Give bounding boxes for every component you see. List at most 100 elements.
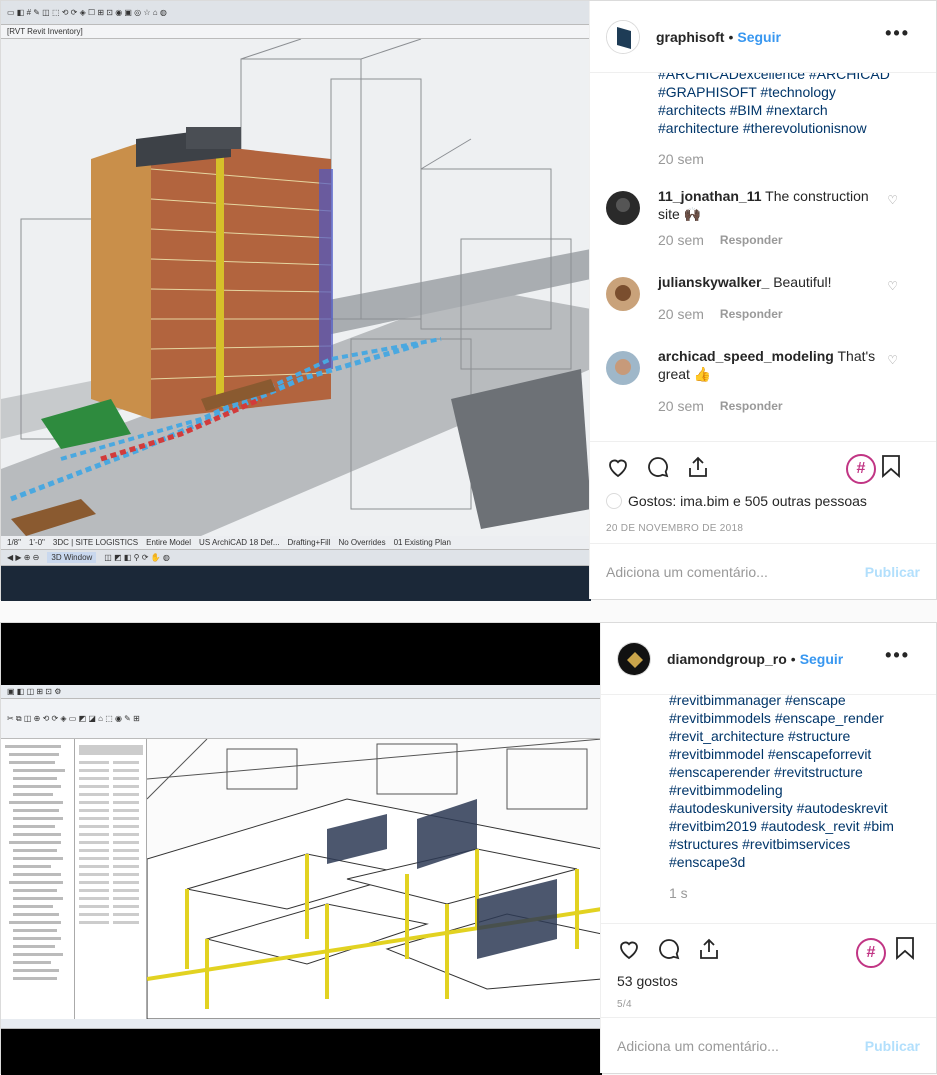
comments-area[interactable]: #ARCHICADexcellence #ARCHICAD #GRAPHISOF… [590, 73, 936, 441]
post-graphisoft: ▭ ◧ # ✎ ◫ ⬚ ⟲ ⟳ ◈ ☐ ⊞ ⊡ ◉ ▣ ◎ ☆ ⌂ ◍ [RVT… [0, 0, 937, 601]
comment: julianskywalker_ Beautiful! ♡ 20 sem Res… [590, 273, 936, 323]
tab-revit-inventory[interactable]: [RVT Revit Inventory] [7, 27, 83, 36]
status-model[interactable]: Entire Model [146, 538, 191, 547]
caption-time: 20 sem [658, 151, 704, 167]
post-actions: # [590, 441, 936, 491]
caption-time: 1 s [669, 885, 688, 901]
more-options-icon[interactable]: ••• [885, 645, 910, 666]
publish-button[interactable]: Publicar [865, 564, 920, 580]
comment: archicad_speed_modeling That's great 👍 ♡… [590, 347, 936, 415]
caption: #ARCHICADexcellence #ARCHICAD #GRAPHISOF… [590, 73, 936, 167]
reply-button[interactable]: Responder [720, 231, 783, 249]
avatar[interactable] [617, 641, 651, 676]
post-panel: diamondgroup_ro • Seguir ••• #revitbimma… [600, 623, 936, 1073]
comment-time: 20 sem [658, 232, 704, 248]
comment: 11_jonathan_11 The construction site 🙌🏿 … [590, 187, 936, 249]
project-browser-tree [5, 745, 65, 980]
likes-count[interactable]: 53 gostos [617, 973, 678, 989]
user-photo-icon [606, 351, 640, 385]
like-heart-icon[interactable] [606, 455, 630, 479]
avatar[interactable] [606, 191, 640, 225]
revit-menu-icons: ▣ ◧ ◫ ⊞ ⊡ ⚙ [7, 687, 62, 696]
post-date: 20 DE NOVEMBRO DE 2018 [606, 523, 744, 534]
reply-button[interactable]: Responder [720, 305, 783, 323]
post-header: diamondgroup_ro • Seguir ••• [601, 623, 936, 695]
video-letterbox-top [1, 623, 602, 685]
comment-input[interactable] [617, 1037, 865, 1054]
separator-dot: • [728, 28, 734, 45]
hashtag-badge-icon[interactable]: # [846, 454, 876, 484]
caption-hashtags[interactable]: #revitbimmanager #enscape #revitbimmodel… [601, 695, 936, 871]
user-photo-icon [606, 277, 640, 311]
comment-text: Beautiful! [773, 274, 832, 290]
post-diamondgroup: ▣ ◧ ◫ ⊞ ⊡ ⚙ ✂ ⧉ ◫ ⊕ ⟲ ⟳ ◈ ▭ ◩ ◪ ⌂ ⬚ ◉ ✎ … [0, 622, 937, 1075]
comments-area[interactable]: #revitbimmanager #enscape #revitbimmodel… [601, 695, 936, 913]
avatar[interactable] [606, 19, 640, 54]
window-3d-label[interactable]: 3D Window [47, 552, 97, 563]
like-heart-icon[interactable]: ♡ [887, 351, 898, 369]
liker-avatar [606, 493, 622, 509]
status-scale-2[interactable]: 1'-0" [29, 538, 45, 547]
window-icons: ◀ ▶ ⊕ ⊖ [7, 553, 40, 562]
video-letterbox-bottom [1, 1029, 602, 1075]
comment-bubble-icon[interactable] [646, 455, 670, 479]
status-override[interactable]: No Overrides [338, 538, 385, 547]
status-pen[interactable]: US ArchiCAD 18 Def... [199, 538, 279, 547]
window-tools: ◫ ◩ ◧ ⚲ ⟳ ✋ ◍ [104, 553, 170, 562]
toolbar-icons: ▭ ◧ # ✎ ◫ ⬚ ⟲ ⟳ ◈ ☐ ⊞ ⊡ ◉ ▣ ◎ ☆ ⌂ ◍ [7, 8, 167, 17]
comment-input[interactable] [606, 563, 865, 580]
hashtag-badge-icon[interactable]: # [856, 938, 886, 968]
status-plan[interactable]: 01 Existing Plan [394, 538, 451, 547]
archicad-toolbar: ▭ ◧ # ✎ ◫ ⬚ ⟲ ⟳ ◈ ☐ ⊞ ⊡ ◉ ▣ ◎ ☆ ⌂ ◍ [1, 1, 591, 25]
username[interactable]: diamondgroup_ro [667, 651, 787, 667]
comment-meta: 20 sem Responder [658, 231, 888, 249]
avatar[interactable] [606, 277, 640, 311]
post-image-revit[interactable]: ▣ ◧ ◫ ⊞ ⊡ ⚙ ✂ ⧉ ◫ ⊕ ⟲ ⟳ ◈ ▭ ◩ ◪ ⌂ ⬚ ◉ ✎ … [1, 623, 602, 1075]
taskbar [1, 566, 591, 601]
likes-count[interactable]: Gostos: ima.bim e 505 outras pessoas [606, 493, 867, 509]
comment-user[interactable]: julianskywalker_ [658, 274, 769, 290]
project-browser[interactable] [1, 739, 75, 1019]
post-image-archicad[interactable]: ▭ ◧ # ✎ ◫ ⬚ ⟲ ⟳ ◈ ☐ ⊞ ⊡ ◉ ▣ ◎ ☆ ⌂ ◍ [RVT… [1, 1, 591, 601]
like-heart-icon[interactable]: ♡ [887, 277, 898, 295]
comment-meta: 20 sem Responder [658, 397, 888, 415]
separator-dot: • [790, 650, 796, 667]
diamondgroup-logo-icon [618, 642, 650, 675]
comment-time: 20 sem [658, 306, 704, 322]
avatar[interactable] [606, 351, 640, 385]
status-view[interactable]: 3DC | SITE LOGISTICS [53, 538, 138, 547]
archicad-tab-bar: [RVT Revit Inventory] [1, 25, 591, 39]
reply-button[interactable]: Responder [720, 397, 783, 415]
share-icon[interactable] [697, 937, 721, 961]
archicad-window-bar: ◀ ▶ ⊕ ⊖ 3D Window ◫ ◩ ◧ ⚲ ⟳ ✋ ◍ [1, 550, 591, 566]
archicad-status-bar: 1/8" 1'-0" 3DC | SITE LOGISTICS Entire M… [1, 536, 591, 550]
post-panel: graphisoft • Seguir ••• #ARCHICADexcelle… [589, 1, 936, 599]
publish-button[interactable]: Publicar [865, 1038, 920, 1054]
more-options-icon[interactable]: ••• [885, 23, 910, 44]
properties-table [79, 745, 143, 924]
share-icon[interactable] [686, 455, 710, 479]
revit-3d-model-view [147, 739, 602, 1019]
like-heart-icon[interactable] [617, 937, 641, 961]
like-heart-icon[interactable]: ♡ [887, 191, 898, 209]
comment-bubble-icon[interactable] [657, 937, 681, 961]
username[interactable]: graphisoft [656, 29, 724, 45]
post-header: graphisoft • Seguir ••• [590, 1, 936, 73]
revit-status-bar [1, 1019, 602, 1029]
post-date: 5/4 [617, 999, 632, 1010]
bookmark-icon[interactable] [880, 454, 902, 478]
caption-hashtags[interactable]: #ARCHICADexcellence #ARCHICAD #GRAPHISOF… [590, 73, 936, 137]
properties-panel[interactable] [75, 739, 147, 1019]
status-fill[interactable]: Drafting+Fill [288, 538, 331, 547]
revit-titlebar: ▣ ◧ ◫ ⊞ ⊡ ⚙ [1, 685, 602, 699]
status-scale[interactable]: 1/8" [7, 538, 21, 547]
comment-user[interactable]: archicad_speed_modeling [658, 348, 834, 364]
follow-button[interactable]: Seguir [800, 651, 844, 667]
bookmark-icon[interactable] [894, 936, 916, 960]
comment-time: 20 sem [658, 398, 704, 414]
follow-button[interactable]: Seguir [737, 29, 781, 45]
caption: #revitbimmanager #enscape #revitbimmodel… [601, 695, 936, 901]
likes-text: Gostos: ima.bim e 505 outras pessoas [628, 493, 867, 509]
comment-user[interactable]: 11_jonathan_11 [658, 188, 762, 204]
comment-meta: 20 sem Responder [658, 305, 888, 323]
